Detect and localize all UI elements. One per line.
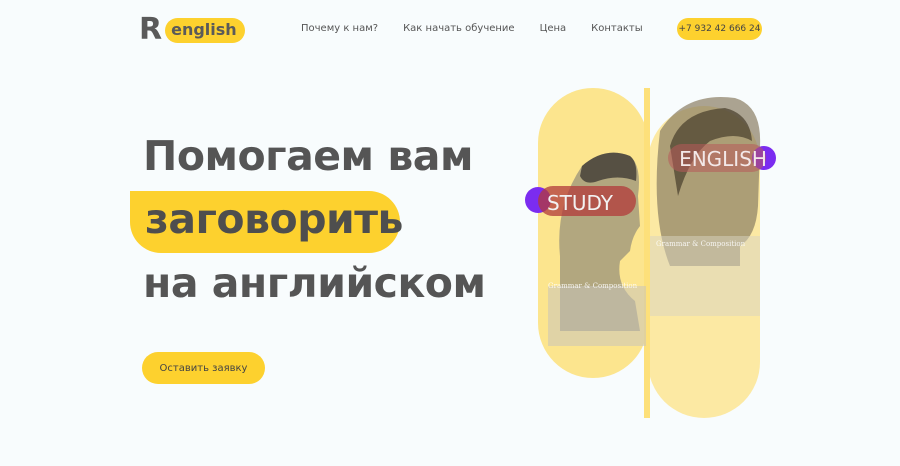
- study-tag-text: STUDY: [547, 191, 614, 215]
- nav-why-us[interactable]: Почему к нам?: [301, 23, 378, 34]
- phone-button[interactable]: +7 932 42 666 24: [677, 18, 762, 40]
- logo[interactable]: R english: [139, 15, 245, 45]
- nav-contacts[interactable]: Контакты: [591, 23, 642, 34]
- hero-title-line-2: заговорить: [145, 195, 403, 243]
- submit-request-button[interactable]: Оставить заявку: [142, 352, 265, 384]
- nav-how-to-start[interactable]: Как начать обучение: [403, 23, 515, 34]
- hero-illustration: STUDY ENGLISH Grammar & Composition Gram…: [525, 88, 776, 418]
- logo-letter: R: [139, 12, 163, 47]
- woman-photo: [650, 96, 761, 316]
- english-tag-text: ENGLISH: [679, 147, 767, 171]
- book-label-left: Grammar & Composition: [548, 282, 638, 290]
- hero-title-line-3: на английском: [143, 259, 486, 307]
- nav-price[interactable]: Цена: [540, 23, 567, 34]
- main-nav: Почему к нам? Как начать обучение Цена К…: [301, 23, 668, 34]
- logo-word: english: [165, 17, 245, 43]
- book-label-right: Grammar & Composition: [656, 240, 746, 248]
- hero-title-line-1: Помогаем вам: [143, 132, 473, 180]
- pill-divider: [644, 88, 650, 418]
